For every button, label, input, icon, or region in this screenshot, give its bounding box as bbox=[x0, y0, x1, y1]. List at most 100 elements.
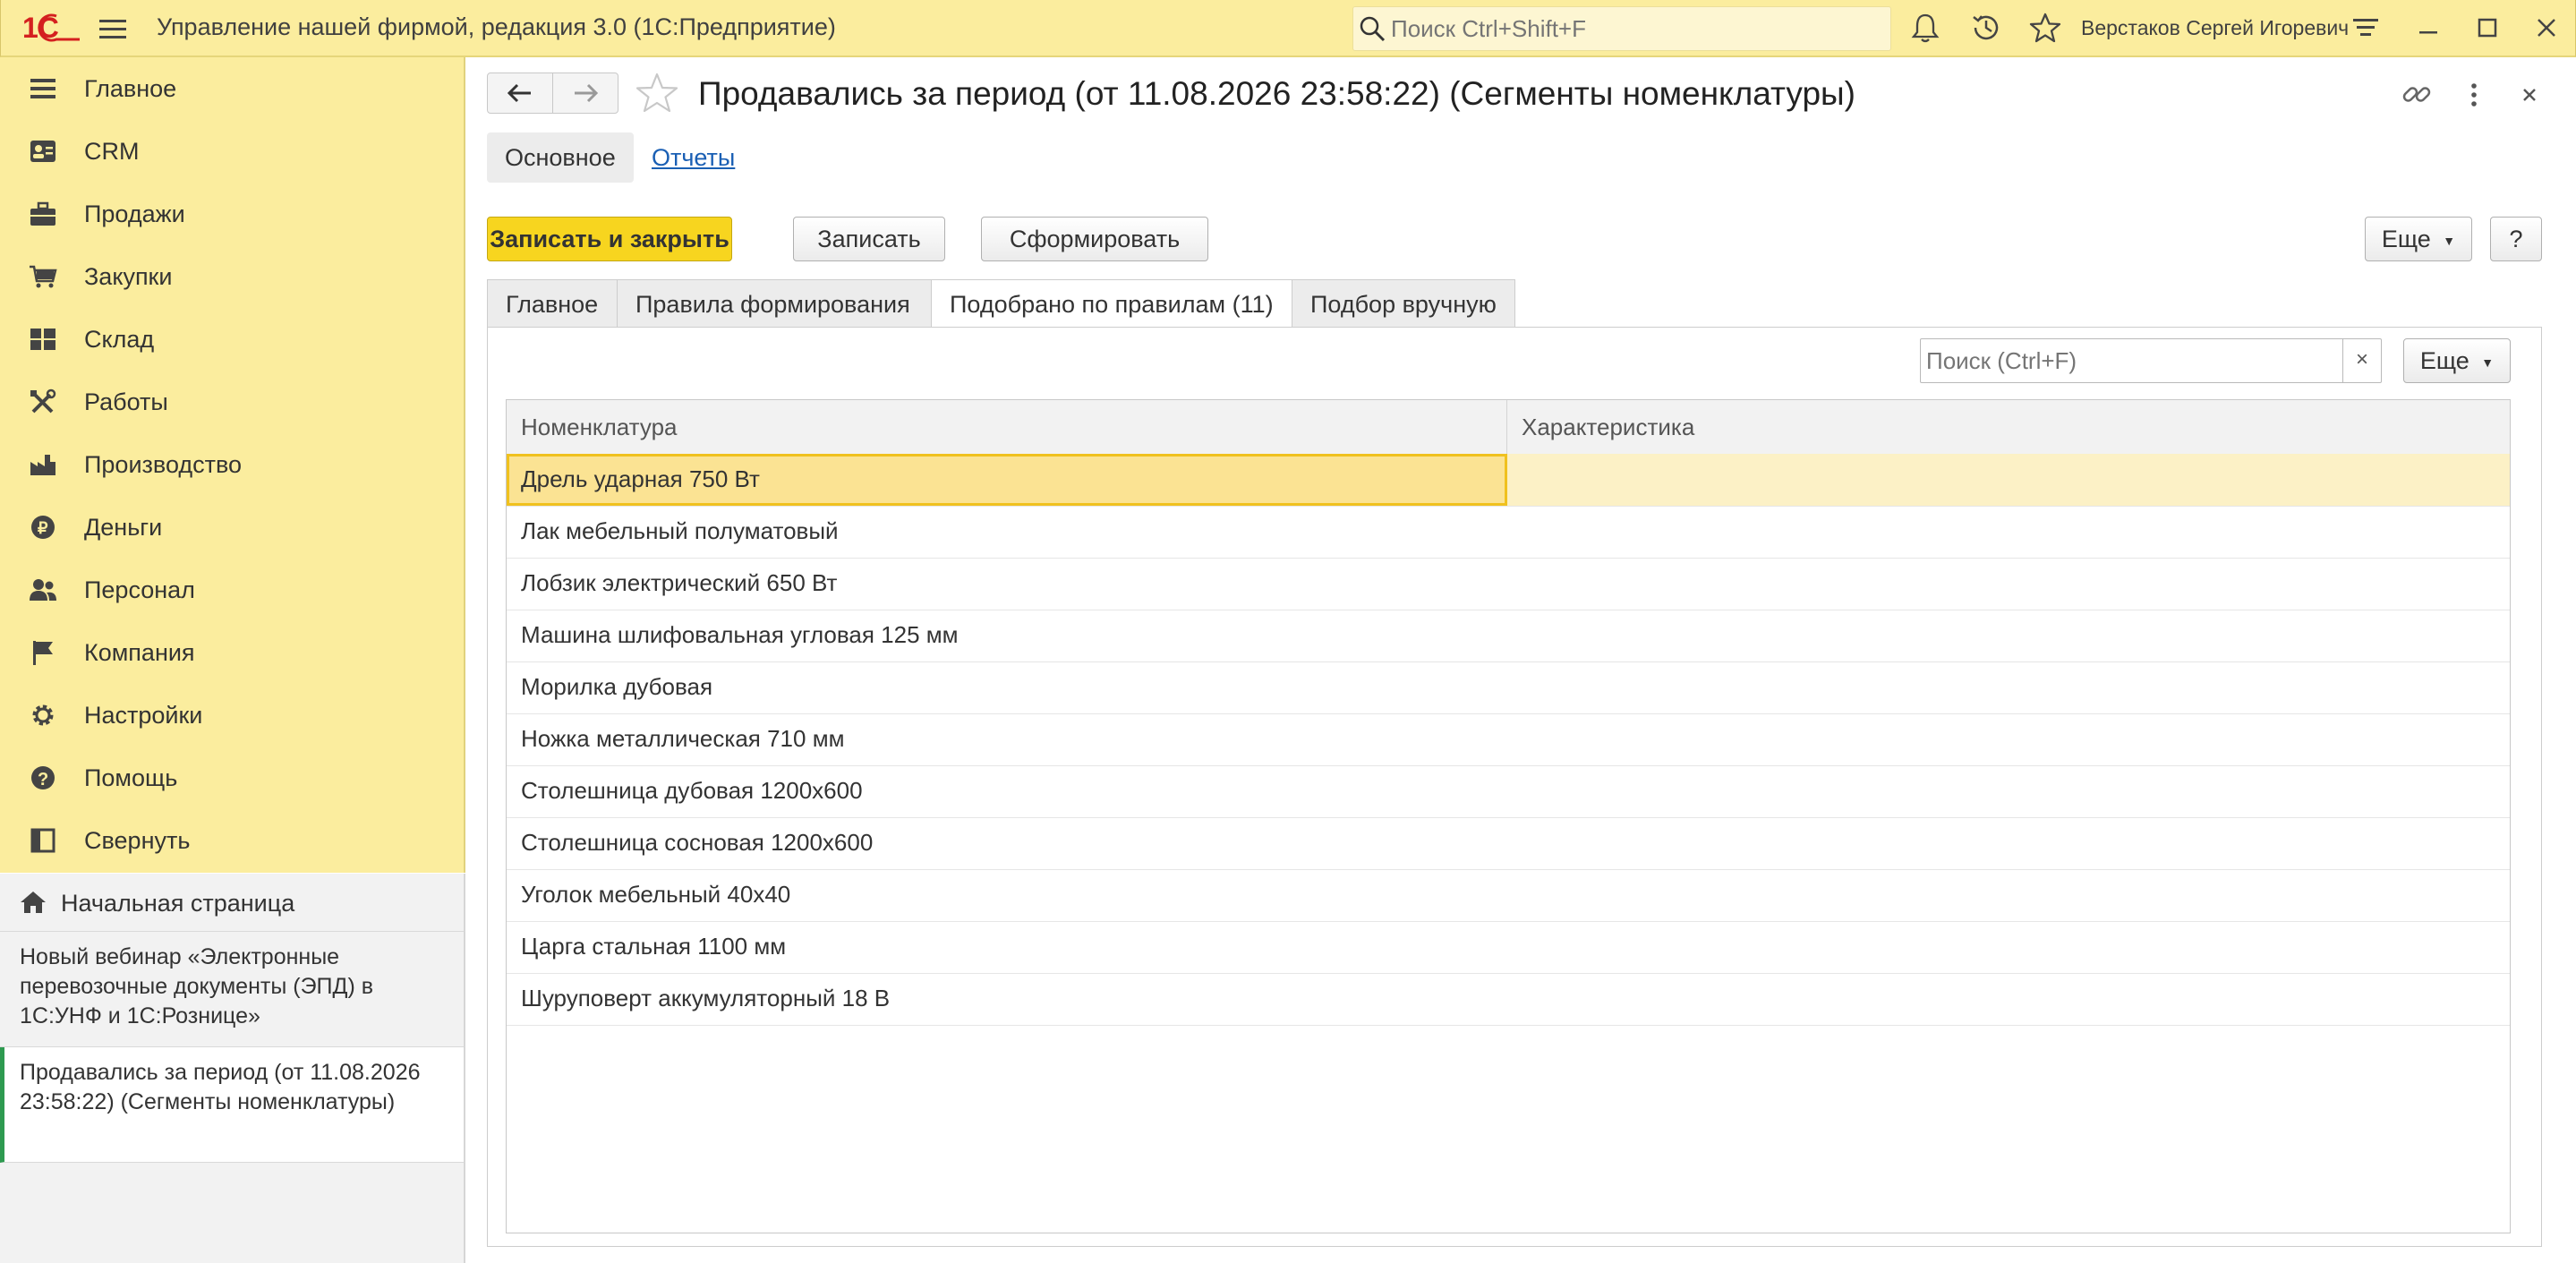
close-icon[interactable] bbox=[2530, 12, 2563, 44]
sidebar-item-help[interactable]: ? Помощь bbox=[0, 747, 464, 809]
cell-nomenclature[interactable]: Лак мебельный полуматовый bbox=[507, 506, 1507, 558]
sidebar-item-label: Компания bbox=[84, 639, 195, 666]
tab-manual-selection[interactable]: Подбор вручную bbox=[1292, 279, 1515, 328]
table-row[interactable]: Дрель ударная 750 Вт bbox=[507, 454, 2510, 507]
cell-nomenclature[interactable]: Царга стальная 1100 мм bbox=[507, 921, 1507, 973]
favorite-star-icon[interactable] bbox=[635, 72, 678, 115]
back-button[interactable] bbox=[487, 73, 553, 114]
cell-characteristic[interactable] bbox=[1507, 817, 2510, 869]
cell-characteristic[interactable] bbox=[1507, 610, 2510, 661]
cell-characteristic[interactable] bbox=[1507, 921, 2510, 973]
list-more-label: Еще bbox=[2419, 347, 2469, 374]
maximize-icon[interactable] bbox=[2471, 12, 2503, 44]
list-search-input[interactable] bbox=[1924, 346, 2340, 375]
home-page-link[interactable]: Начальная страница bbox=[0, 874, 464, 932]
sidebar-item-crm[interactable]: CRM bbox=[0, 120, 464, 183]
save-button[interactable]: Записать bbox=[793, 217, 945, 261]
cell-nomenclature[interactable]: Ножка металлическая 710 мм bbox=[507, 713, 1507, 765]
cell-nomenclature[interactable]: Дрель ударная 750 Вт bbox=[507, 454, 1507, 506]
table-row[interactable]: Лобзик электрический 650 Вт bbox=[507, 558, 2510, 610]
sidebar-item-purchases[interactable]: Закупки bbox=[0, 245, 464, 308]
list-search[interactable]: × bbox=[1920, 338, 2382, 383]
sidebar-item-main[interactable]: Главное bbox=[0, 57, 464, 120]
sidebar-item-production[interactable]: Производство bbox=[0, 433, 464, 496]
tab-rules[interactable]: Правила формирования bbox=[617, 279, 932, 328]
main-menu-icon[interactable] bbox=[98, 16, 128, 41]
cell-characteristic[interactable] bbox=[1507, 973, 2510, 1025]
minimize-icon[interactable] bbox=[2412, 12, 2444, 44]
table-row[interactable]: Лак мебельный полуматовый bbox=[507, 506, 2510, 559]
sidebar-item-label: Помощь bbox=[84, 764, 178, 791]
tab-main-section[interactable]: Основное bbox=[487, 132, 634, 183]
sidebar-item-money[interactable]: ₽ Деньги bbox=[0, 496, 464, 559]
nomenclature-table: Номенклатура Характеристика Дрель ударна… bbox=[506, 399, 2511, 1233]
table-row[interactable]: Уголок мебельный 40х40 bbox=[507, 869, 2510, 922]
sidebar-item-settings[interactable]: Настройки bbox=[0, 684, 464, 747]
help-button[interactable]: ? bbox=[2490, 217, 2542, 261]
favorites-star-icon[interactable] bbox=[2029, 12, 2061, 44]
user-name[interactable]: Верстаков Сергей Игоревич bbox=[2081, 16, 2349, 40]
more-button[interactable]: Еще ▼ bbox=[2365, 217, 2472, 261]
open-window-webinar[interactable]: Новый вебинар «Электронные перевозочные … bbox=[0, 932, 464, 1047]
cell-nomenclature[interactable]: Машина шлифовальная угловая 125 мм bbox=[507, 610, 1507, 661]
sidebar-item-sales[interactable]: Продажи bbox=[0, 183, 464, 245]
home-icon bbox=[20, 890, 47, 915]
column-header-characteristic[interactable]: Характеристика bbox=[1507, 400, 2510, 454]
collapse-panel-icon bbox=[29, 827, 57, 854]
more-actions-icon[interactable] bbox=[2456, 77, 2492, 113]
cell-characteristic[interactable] bbox=[1507, 713, 2510, 765]
sidebar-item-label: Свернуть bbox=[84, 827, 191, 854]
table-header: Номенклатура Характеристика bbox=[507, 400, 2510, 455]
sidebar-item-label: Производство bbox=[84, 451, 243, 478]
cart-icon bbox=[29, 263, 57, 290]
bell-icon[interactable] bbox=[1909, 12, 1941, 44]
table-row[interactable]: Морилка дубовая bbox=[507, 661, 2510, 714]
table-row[interactable]: Ножка металлическая 710 мм bbox=[507, 713, 2510, 766]
sidebar-item-label: Работы bbox=[84, 388, 168, 415]
tab-general[interactable]: Главное bbox=[487, 279, 618, 328]
cell-nomenclature[interactable]: Морилка дубовая bbox=[507, 661, 1507, 713]
sidebar-item-label: Продажи bbox=[84, 201, 185, 227]
cell-nomenclature[interactable]: Уголок мебельный 40х40 bbox=[507, 869, 1507, 921]
tab-matched-by-rules[interactable]: Подобрано по правилам (11) bbox=[931, 279, 1292, 328]
open-windows-panel: Начальная страница Новый вебинар «Электр… bbox=[0, 874, 465, 1263]
cell-nomenclature[interactable]: Лобзик электрический 650 Вт bbox=[507, 558, 1507, 610]
cell-nomenclature[interactable]: Столешница дубовая 1200х600 bbox=[507, 765, 1507, 817]
list-more-button[interactable]: Еще ▼ bbox=[2403, 338, 2511, 383]
sidebar-item-company[interactable]: Компания bbox=[0, 621, 464, 684]
close-form-icon[interactable] bbox=[2512, 77, 2547, 113]
table-row[interactable]: Царга стальная 1100 мм bbox=[507, 921, 2510, 974]
table-row[interactable]: Машина шлифовальная угловая 125 мм bbox=[507, 610, 2510, 662]
cell-characteristic[interactable] bbox=[1507, 661, 2510, 713]
global-search[interactable] bbox=[1352, 6, 1891, 51]
save-and-close-button[interactable]: Записать и закрыть bbox=[487, 217, 732, 261]
sidebar-item-label: Деньги bbox=[84, 514, 163, 541]
column-header-nomenclature[interactable]: Номенклатура bbox=[507, 400, 1507, 454]
global-search-input[interactable] bbox=[1389, 14, 1876, 43]
sidebar-item-collapse[interactable]: Свернуть bbox=[0, 809, 464, 872]
chevron-down-icon: ▼ bbox=[2481, 354, 2495, 370]
table-row[interactable]: Столешница сосновая 1200х600 bbox=[507, 817, 2510, 870]
cell-nomenclature[interactable]: Шуруповерт аккумуляторный 18 В bbox=[507, 973, 1507, 1025]
form-area: Продавались за период (от 11.08.2026 23:… bbox=[465, 57, 2574, 1263]
cell-characteristic[interactable] bbox=[1507, 869, 2510, 921]
cell-characteristic[interactable] bbox=[1507, 765, 2510, 817]
cell-characteristic[interactable] bbox=[1507, 506, 2510, 558]
forward-button[interactable] bbox=[552, 73, 618, 114]
tab-reports-link[interactable]: Отчеты bbox=[634, 132, 753, 183]
sidebar-item-warehouse[interactable]: Склад bbox=[0, 308, 464, 371]
generate-button[interactable]: Сформировать bbox=[981, 217, 1208, 261]
sidebar-item-works[interactable]: Работы bbox=[0, 371, 464, 433]
table-row[interactable]: Шуруповерт аккумуляторный 18 В bbox=[507, 973, 2510, 1026]
tab-content-panel: × Еще ▼ Номенклатура Характеристика Дрел… bbox=[487, 327, 2542, 1247]
cell-nomenclature[interactable]: Столешница сосновая 1200х600 bbox=[507, 817, 1507, 869]
link-icon[interactable] bbox=[2399, 77, 2435, 113]
open-window-current[interactable]: Продавались за период (от 11.08.2026 23:… bbox=[0, 1047, 464, 1163]
history-icon[interactable] bbox=[1970, 12, 2002, 44]
table-row[interactable]: Столешница дубовая 1200х600 bbox=[507, 765, 2510, 818]
sidebar-item-personnel[interactable]: Персонал bbox=[0, 559, 464, 621]
cell-characteristic[interactable] bbox=[1507, 454, 2510, 506]
settings-menu-icon[interactable] bbox=[2350, 12, 2382, 44]
cell-characteristic[interactable] bbox=[1507, 558, 2510, 610]
clear-search-button[interactable]: × bbox=[2342, 339, 2381, 382]
